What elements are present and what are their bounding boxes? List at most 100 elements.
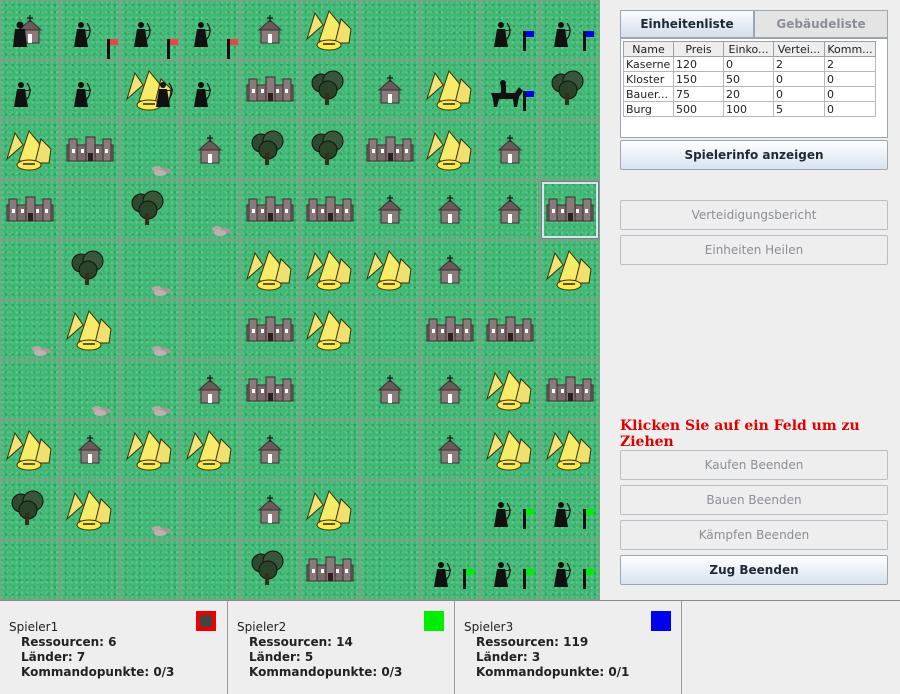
- end-buying-button[interactable]: Kaufen Beenden: [620, 450, 888, 480]
- board-cell[interactable]: [481, 61, 539, 119]
- board-cell[interactable]: [241, 181, 299, 239]
- board-cell[interactable]: [541, 1, 599, 59]
- board-cell[interactable]: [121, 241, 179, 299]
- board-cell[interactable]: [181, 541, 239, 599]
- board-cell[interactable]: [301, 361, 359, 419]
- column-header[interactable]: Name: [623, 41, 674, 57]
- board-cell[interactable]: [421, 481, 479, 539]
- board-cell[interactable]: [61, 421, 119, 479]
- board-cell[interactable]: [1, 241, 59, 299]
- board-cell[interactable]: [61, 481, 119, 539]
- board-cell[interactable]: [1, 481, 59, 539]
- board-cell[interactable]: [481, 481, 539, 539]
- board-cell[interactable]: [241, 241, 299, 299]
- board-cell[interactable]: [541, 421, 599, 479]
- board-cell[interactable]: [541, 361, 599, 419]
- defense-report-button[interactable]: Verteidigungsbericht: [620, 200, 888, 230]
- board-cell[interactable]: [301, 61, 359, 119]
- end-fighting-button[interactable]: Kämpfen Beenden: [620, 520, 888, 550]
- player-info-button[interactable]: Spielerinfo anzeigen: [620, 140, 888, 170]
- board-cell[interactable]: [361, 1, 419, 59]
- board-cell[interactable]: [421, 1, 479, 59]
- board-cell[interactable]: [241, 301, 299, 359]
- board-cell[interactable]: [61, 61, 119, 119]
- board-cell[interactable]: [421, 301, 479, 359]
- board-cell[interactable]: [541, 241, 599, 299]
- board-cell[interactable]: [241, 481, 299, 539]
- board-cell[interactable]: [1, 121, 59, 179]
- board-cell[interactable]: [481, 241, 539, 299]
- board-cell[interactable]: [481, 181, 539, 239]
- column-header[interactable]: Einko...: [723, 41, 774, 57]
- board-cell[interactable]: [541, 121, 599, 179]
- board-cell[interactable]: [241, 541, 299, 599]
- tab-unit-list[interactable]: Einheitenliste: [620, 10, 754, 38]
- board-cell[interactable]: [181, 301, 239, 359]
- board-cell[interactable]: [121, 301, 179, 359]
- board-cell[interactable]: [481, 1, 539, 59]
- board-cell[interactable]: [121, 121, 179, 179]
- board-cell[interactable]: [361, 361, 419, 419]
- board-cell[interactable]: [361, 481, 419, 539]
- board-cell[interactable]: [121, 481, 179, 539]
- board-cell[interactable]: [301, 421, 359, 479]
- board-cell[interactable]: [421, 361, 479, 419]
- table-row[interactable]: Burg 500 100 5 0: [623, 101, 876, 117]
- board-cell[interactable]: [241, 361, 299, 419]
- board-cell[interactable]: [181, 481, 239, 539]
- board-cell[interactable]: [61, 121, 119, 179]
- board-cell[interactable]: [301, 181, 359, 239]
- board-cell[interactable]: [301, 301, 359, 359]
- board-cell[interactable]: [1, 361, 59, 419]
- board-cell[interactable]: [421, 121, 479, 179]
- board-cell[interactable]: [361, 301, 419, 359]
- board-cell[interactable]: [1, 541, 59, 599]
- board-cell[interactable]: [181, 361, 239, 419]
- board-cell[interactable]: [541, 541, 599, 599]
- board-cell[interactable]: [181, 1, 239, 59]
- board-cell[interactable]: [301, 481, 359, 539]
- table-row[interactable]: Kaserne 120 0 2 2: [623, 56, 876, 72]
- board-cell[interactable]: [1, 61, 59, 119]
- end-turn-button[interactable]: Zug Beenden: [620, 555, 888, 585]
- board-cell[interactable]: [61, 181, 119, 239]
- board-cell[interactable]: [121, 421, 179, 479]
- board-cell[interactable]: [181, 61, 239, 119]
- board-cell[interactable]: [61, 1, 119, 59]
- board-cell[interactable]: [361, 241, 419, 299]
- heal-units-button[interactable]: Einheiten Heilen: [620, 235, 888, 265]
- board-cell[interactable]: [181, 181, 239, 239]
- table-row[interactable]: Bauer... 75 20 0 0: [623, 86, 876, 102]
- board-cell[interactable]: [121, 1, 179, 59]
- board-cell[interactable]: [301, 241, 359, 299]
- board-cell[interactable]: [481, 541, 539, 599]
- board-cell[interactable]: [181, 121, 239, 179]
- board-cell[interactable]: [61, 241, 119, 299]
- board-cell[interactable]: [61, 301, 119, 359]
- board-cell[interactable]: [241, 61, 299, 119]
- board-cell[interactable]: [1, 421, 59, 479]
- board-cell[interactable]: [481, 121, 539, 179]
- board-cell[interactable]: [481, 361, 539, 419]
- board-cell[interactable]: [301, 1, 359, 59]
- board-cell[interactable]: [421, 541, 479, 599]
- column-header[interactable]: Vertei...: [773, 41, 825, 57]
- board-cell[interactable]: [541, 301, 599, 359]
- board-cell[interactable]: [241, 421, 299, 479]
- board-cell[interactable]: [421, 241, 479, 299]
- board-cell[interactable]: [361, 421, 419, 479]
- board-cell[interactable]: [61, 541, 119, 599]
- board-cell[interactable]: [181, 421, 239, 479]
- board-cell[interactable]: [181, 241, 239, 299]
- table-row[interactable]: Kloster 150 50 0 0: [623, 71, 876, 87]
- board-cell[interactable]: [421, 421, 479, 479]
- board-cell[interactable]: [1, 1, 59, 59]
- board-cell[interactable]: [241, 1, 299, 59]
- board-cell[interactable]: [121, 61, 179, 119]
- column-header[interactable]: Komm...: [824, 41, 876, 57]
- board-cell[interactable]: [301, 541, 359, 599]
- board-cell[interactable]: [361, 181, 419, 239]
- board-cell[interactable]: [241, 121, 299, 179]
- board-cell[interactable]: [361, 121, 419, 179]
- board-cell[interactable]: [481, 301, 539, 359]
